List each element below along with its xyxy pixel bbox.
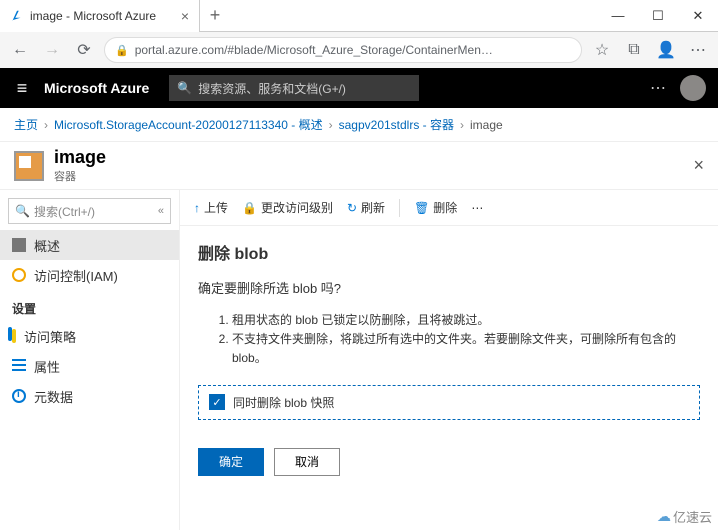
topbar-more-icon[interactable]: ⋯ bbox=[650, 78, 666, 98]
toolbar-separator bbox=[399, 199, 400, 217]
upload-icon: ↑ bbox=[194, 201, 200, 215]
properties-icon bbox=[12, 359, 26, 373]
nav-search-placeholder: 搜索(Ctrl+/) bbox=[34, 203, 95, 220]
reload-button[interactable]: ⟳ bbox=[72, 40, 96, 60]
overview-icon bbox=[12, 238, 26, 252]
extensions-button[interactable]: ⧉ bbox=[622, 41, 646, 59]
checkbox-label: 同时删除 blob 快照 bbox=[233, 394, 334, 411]
policy-icon bbox=[12, 329, 16, 343]
close-window-button[interactable]: ✕ bbox=[678, 8, 718, 24]
dialog-note-2: 不支持文件夹删除，将跳过所有选中的文件夹。若要删除文件夹，可删除所有包含的 bl… bbox=[232, 330, 700, 368]
breadcrumb: 主页 › Microsoft.StorageAccount-2020012711… bbox=[0, 108, 718, 142]
iam-icon bbox=[12, 268, 26, 282]
left-nav: 🔍 搜索(Ctrl+/) « 概述 访问控制(IAM) 设置 访问策略 属性 元… bbox=[0, 190, 180, 530]
favorite-button[interactable]: ☆ bbox=[590, 40, 614, 60]
azure-topbar: ≡ Microsoft Azure 🔍 搜索资源、服务和文档(G+/) ⋯ bbox=[0, 68, 718, 108]
nav-settings-header: 设置 bbox=[0, 290, 179, 321]
checkbox-checked-icon[interactable]: ✓ bbox=[209, 394, 225, 410]
crumb-container[interactable]: sagpv201stdlrs - 容器 bbox=[339, 116, 454, 133]
back-button[interactable]: ← bbox=[8, 41, 32, 59]
nav-label: 元数据 bbox=[34, 387, 73, 406]
resource-header: image 容器 × bbox=[0, 142, 718, 190]
avatar[interactable] bbox=[680, 75, 706, 101]
address-field[interactable]: 🔒 portal.azure.com/#blade/Microsoft_Azur… bbox=[104, 37, 582, 63]
dialog-notes: 租用状态的 blob 已锁定以防删除，且将被跳过。 不支持文件夹删除，将跳过所有… bbox=[232, 311, 700, 369]
lock-icon: 🔒 bbox=[242, 201, 257, 215]
crumb-current: image bbox=[470, 118, 503, 132]
cancel-button[interactable]: 取消 bbox=[274, 448, 340, 476]
dialog-question: 确定要删除所选 blob 吗? bbox=[198, 278, 700, 297]
refresh-button[interactable]: ↻刷新 bbox=[347, 199, 385, 216]
chevron-right-icon: › bbox=[460, 118, 464, 132]
resource-name: image bbox=[54, 147, 106, 168]
maximize-button[interactable]: ☐ bbox=[638, 8, 678, 24]
dialog-note-1: 租用状态的 blob 已锁定以防删除，且将被跳过。 bbox=[232, 311, 700, 330]
azure-favicon-icon bbox=[10, 9, 24, 23]
nav-search[interactable]: 🔍 搜索(Ctrl+/) « bbox=[8, 198, 171, 224]
window-controls: — ☐ ✕ bbox=[598, 8, 718, 24]
nav-label: 访问策略 bbox=[24, 327, 76, 346]
metadata-icon bbox=[12, 389, 26, 403]
new-tab-button[interactable]: + bbox=[200, 5, 230, 26]
search-icon: 🔍 bbox=[15, 204, 30, 218]
nav-label: 属性 bbox=[34, 357, 60, 376]
close-tab-icon[interactable]: × bbox=[181, 8, 189, 24]
toolbar: ↑上传 🔒更改访问级别 ↻刷新 🗑删除 ⋯ bbox=[180, 190, 718, 226]
toolbar-more-button[interactable]: ⋯ bbox=[471, 201, 483, 215]
watermark: ☁ 亿速云 bbox=[657, 507, 712, 526]
forward-button: → bbox=[40, 41, 64, 59]
browser-menu-button[interactable]: ⋯ bbox=[686, 40, 710, 60]
change-access-button[interactable]: 🔒更改访问级别 bbox=[242, 199, 333, 216]
close-blade-button[interactable]: × bbox=[693, 155, 704, 176]
cloud-icon: ☁ bbox=[657, 508, 671, 525]
browser-tab[interactable]: image - Microsoft Azure × bbox=[0, 0, 200, 32]
upload-button[interactable]: ↑上传 bbox=[194, 199, 228, 216]
refresh-icon: ↻ bbox=[347, 201, 357, 215]
brand-label: Microsoft Azure bbox=[44, 80, 169, 96]
profile-button[interactable]: 👤 bbox=[654, 40, 678, 60]
chevron-right-icon: › bbox=[329, 118, 333, 132]
delete-snapshots-checkbox-row[interactable]: ✓ 同时删除 blob 快照 bbox=[198, 385, 700, 420]
dialog-buttons: 确定 取消 bbox=[198, 448, 700, 476]
delete-button[interactable]: 🗑删除 bbox=[414, 199, 457, 216]
global-search-placeholder: 搜索资源、服务和文档(G+/) bbox=[198, 80, 346, 97]
nav-props[interactable]: 属性 bbox=[0, 351, 179, 381]
url-text: portal.azure.com/#blade/Microsoft_Azure_… bbox=[135, 43, 493, 57]
lock-icon: 🔒 bbox=[115, 44, 129, 57]
ok-button[interactable]: 确定 bbox=[198, 448, 264, 476]
minimize-button[interactable]: — bbox=[598, 8, 638, 24]
container-icon bbox=[14, 151, 44, 181]
nav-overview[interactable]: 概述 bbox=[0, 230, 179, 260]
global-search[interactable]: 🔍 搜索资源、服务和文档(G+/) bbox=[169, 75, 419, 101]
nav-label: 概述 bbox=[34, 236, 60, 255]
portal-menu-button[interactable]: ≡ bbox=[0, 78, 44, 99]
resource-type: 容器 bbox=[54, 168, 106, 184]
collapse-nav-icon[interactable]: « bbox=[158, 205, 164, 217]
crumb-storage[interactable]: Microsoft.StorageAccount-20200127113340 … bbox=[54, 116, 323, 133]
crumb-home[interactable]: 主页 bbox=[14, 116, 38, 133]
browser-url-bar: ← → ⟳ 🔒 portal.azure.com/#blade/Microsof… bbox=[0, 32, 718, 68]
nav-meta[interactable]: 元数据 bbox=[0, 381, 179, 411]
search-icon: 🔍 bbox=[177, 81, 192, 95]
nav-iam[interactable]: 访问控制(IAM) bbox=[0, 260, 179, 290]
chevron-right-icon: › bbox=[44, 118, 48, 132]
nav-policy[interactable]: 访问策略 bbox=[0, 321, 179, 351]
nav-label: 访问控制(IAM) bbox=[34, 266, 118, 285]
right-pane: ↑上传 🔒更改访问级别 ↻刷新 🗑删除 ⋯ 删除 blob 确定要删除所选 bl… bbox=[180, 190, 718, 530]
delete-icon: 🗑 bbox=[414, 201, 429, 215]
workarea: 🔍 搜索(Ctrl+/) « 概述 访问控制(IAM) 设置 访问策略 属性 元… bbox=[0, 190, 718, 530]
browser-titlebar: image - Microsoft Azure × + — ☐ ✕ bbox=[0, 0, 718, 32]
tab-title: image - Microsoft Azure bbox=[30, 9, 175, 23]
watermark-text: 亿速云 bbox=[673, 507, 712, 526]
delete-blob-dialog: 删除 blob 确定要删除所选 blob 吗? 租用状态的 blob 已锁定以防… bbox=[180, 226, 718, 490]
dialog-title: 删除 blob bbox=[198, 240, 700, 264]
